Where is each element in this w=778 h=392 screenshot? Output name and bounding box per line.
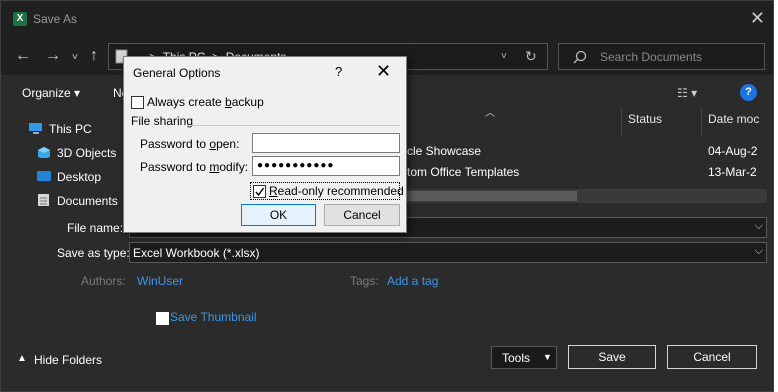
checkmark-icon [255, 187, 265, 197]
sidebar-item-desktop[interactable]: Desktop [9, 166, 134, 188]
excel-icon: X [13, 12, 27, 26]
save-thumbnail-label[interactable]: Save Thumbnail [170, 310, 257, 324]
save-as-type-select[interactable]: Excel Workbook (*.xlsx) ⌵ [129, 242, 767, 263]
ok-button[interactable]: OK [241, 204, 316, 226]
sidebar-label: This PC [49, 122, 92, 136]
window-close-icon[interactable]: ✕ [750, 9, 765, 27]
save-thumbnail-checkbox[interactable] [156, 312, 169, 325]
background-window-edge [774, 0, 778, 392]
forward-arrow-icon[interactable]: → [45, 47, 61, 65]
file-name-label: File name: [67, 221, 124, 235]
save-as-type-label: Save as type: [57, 246, 130, 260]
sidebar-label: 3D Objects [57, 146, 117, 160]
password-open-label: Password to open: [140, 137, 240, 151]
column-header-status[interactable]: Status [628, 112, 662, 134]
search-icon [573, 50, 587, 64]
help-icon[interactable]: ? [335, 64, 342, 79]
up-arrow-icon[interactable]: ↑ [90, 47, 98, 65]
column-divider[interactable] [701, 109, 702, 136]
view-options-icon[interactable]: ☷ ▾ [677, 86, 697, 100]
search-box[interactable]: Search Documents [558, 43, 765, 70]
desktop-icon [37, 171, 51, 181]
caret-down-icon: ▼ [543, 352, 552, 362]
sort-up-icon: ︿ [485, 108, 495, 119]
separator [190, 125, 400, 126]
search-placeholder: Search Documents [600, 50, 703, 64]
title-bar: X Save As ✕ [1, 1, 773, 39]
tags-value[interactable]: Add a tag [387, 274, 438, 288]
documents-icon [38, 194, 49, 206]
chevron-down-icon[interactable]: ⌵ [755, 220, 763, 233]
save-as-type-value: Excel Workbook (*.xlsx) [133, 246, 260, 260]
chevron-down-icon[interactable]: ⌵ [755, 245, 763, 258]
password-modify-label: Password to modify: [140, 160, 249, 174]
organize-menu[interactable]: Organize ▾ [22, 86, 80, 100]
recent-locations-chevron-icon[interactable]: ˅ [72, 49, 78, 67]
file-row-name[interactable]: cle Showcase [407, 144, 481, 158]
authors-label: Authors: [81, 274, 126, 288]
tools-label: Tools [502, 351, 531, 365]
cancel-button[interactable]: Cancel [324, 204, 400, 226]
read-only-label[interactable]: Read-only recommended [269, 184, 404, 198]
general-options-dialog: General Options ? ✕ Always create backup… [123, 56, 407, 233]
cancel-button[interactable]: Cancel [667, 345, 757, 369]
help-icon[interactable]: ? [740, 84, 757, 101]
sidebar-item-3d-objects[interactable]: 3D Objects [9, 142, 134, 164]
sidebar-label: Documents [57, 194, 118, 208]
save-button[interactable]: Save [568, 345, 656, 369]
authors-value[interactable]: WinUser [137, 274, 183, 288]
read-only-checkbox[interactable] [253, 185, 266, 198]
close-icon[interactable]: ✕ [376, 61, 391, 82]
file-row-date: 04-Aug-2 [708, 144, 758, 158]
column-header-date[interactable]: Date moc [708, 112, 759, 134]
sidebar-item-this-pc[interactable]: This PC [1, 118, 126, 140]
file-row-date: 13-Mar-2 [708, 165, 757, 179]
pc-icon [29, 123, 42, 134]
sidebar-label: Desktop [57, 170, 102, 184]
address-dropdown-icon[interactable]: ˅ [501, 51, 507, 62]
tools-button[interactable]: Tools ▼ [491, 346, 557, 369]
horizontal-scrollbar[interactable] [351, 189, 767, 203]
cube-icon [38, 147, 50, 158]
password-open-input[interactable] [252, 133, 400, 153]
column-divider[interactable] [621, 109, 622, 136]
hide-folders-button[interactable]: Hide Folders [34, 353, 102, 367]
general-options-title: General Options [133, 66, 221, 80]
window-title: Save As [33, 12, 78, 26]
password-modify-input[interactable]: ●●●●●●●●●●● [252, 156, 400, 176]
tags-label: Tags: [350, 274, 379, 288]
file-row-name[interactable]: tom Office Templates [407, 165, 519, 179]
password-modify-value: ●●●●●●●●●●● [257, 160, 335, 171]
file-sharing-heading: File sharing [131, 114, 194, 128]
always-backup-checkbox[interactable] [131, 96, 144, 109]
always-backup-label[interactable]: Always create backup [147, 95, 264, 109]
back-arrow-icon[interactable]: ← [15, 47, 31, 65]
refresh-icon[interactable]: ↻ [525, 48, 537, 65]
chevron-up-icon[interactable]: ▲ [17, 353, 27, 364]
